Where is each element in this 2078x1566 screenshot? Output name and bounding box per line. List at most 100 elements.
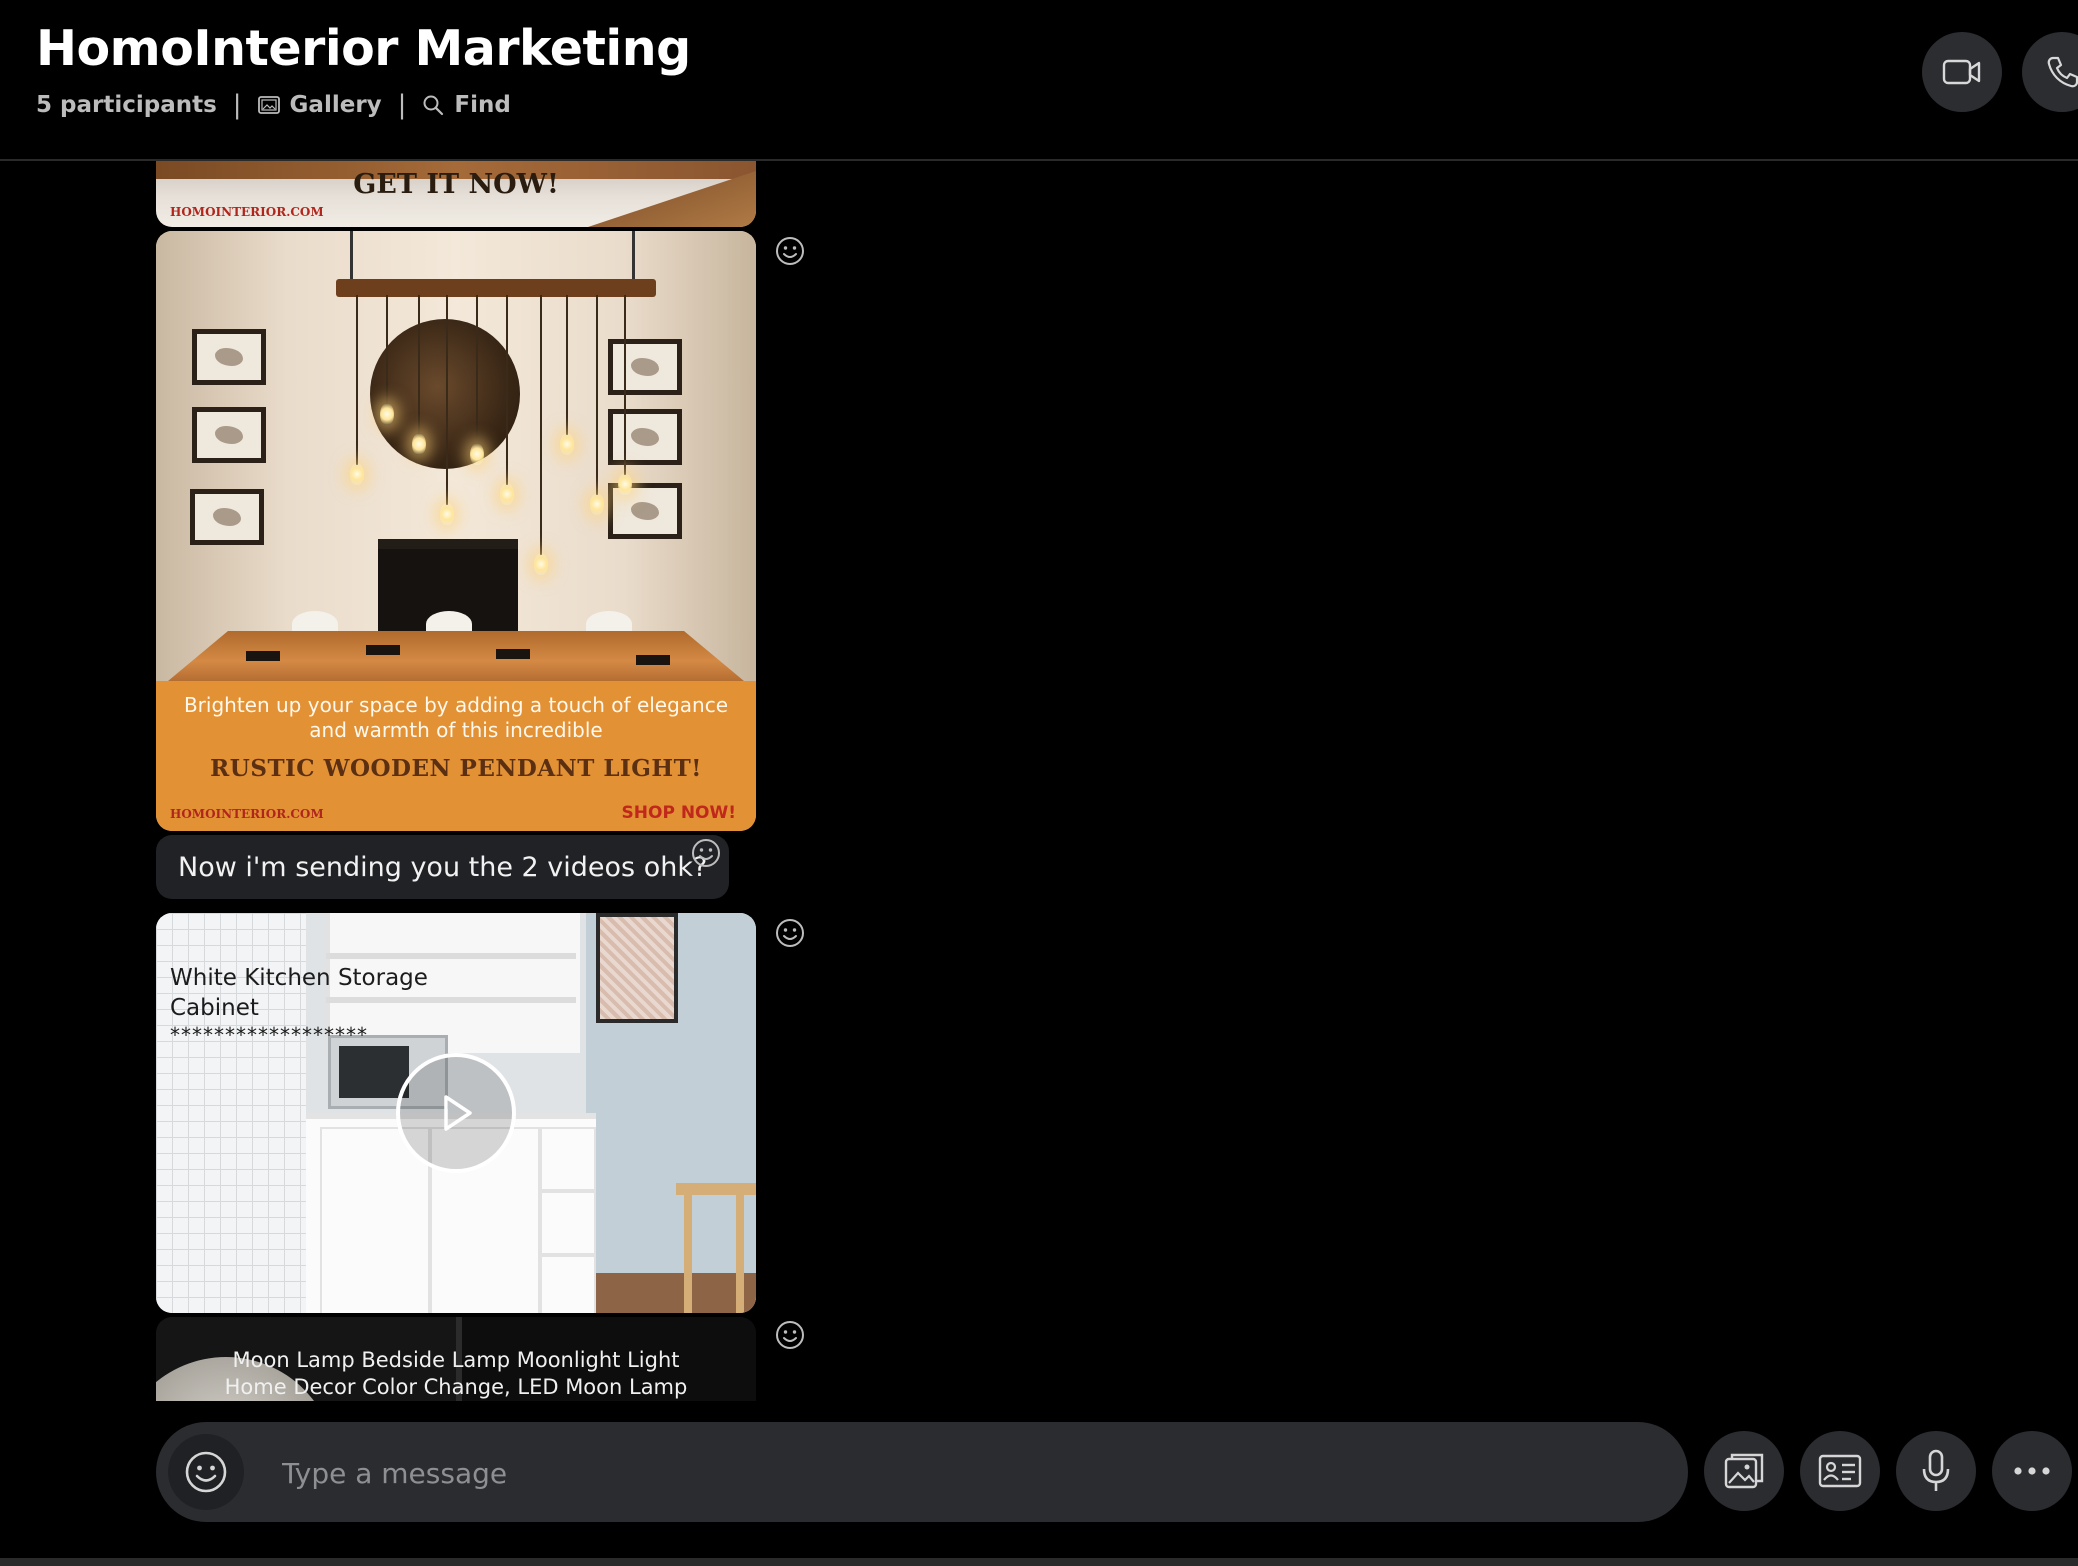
cabinet-drawer — [540, 1191, 596, 1255]
ad-site-text: HOMOINTERIOR.COM — [170, 205, 324, 219]
video-caption-line2: Cabinet — [170, 995, 259, 1021]
image-message-get-it-now[interactable]: GET IT NOW! HOMOINTERIOR.COM — [156, 161, 756, 227]
lamp-wire — [624, 295, 626, 475]
add-reaction-button[interactable] — [774, 235, 806, 267]
video-caption: White Kitchen Storage Cabinet — [170, 963, 428, 1023]
table-mat — [496, 649, 530, 659]
lamp-wire — [506, 295, 508, 485]
cabinet-shelf — [326, 953, 576, 959]
cabinet-drawer — [540, 1255, 596, 1313]
ad-cta-text: GET IT NOW! — [353, 169, 559, 200]
find-label: Find — [454, 92, 511, 118]
video-caption-line1: White Kitchen Storage — [170, 965, 428, 991]
lamp-wire — [476, 295, 478, 445]
table-mat — [366, 645, 400, 655]
phone-icon — [2044, 54, 2078, 90]
gallery-label: Gallery — [289, 92, 382, 118]
smiley-icon — [776, 919, 804, 947]
audio-call-button[interactable] — [2022, 32, 2078, 112]
ad-text-panel: Brighten up your space by adding a touch… — [156, 681, 756, 831]
video-caption-line2: Home Decor Color Change, LED Moon Lamp — [224, 1375, 688, 1399]
play-icon — [444, 1095, 472, 1131]
lamp-wire — [596, 295, 598, 495]
text-message[interactable]: Now i'm sending you the 2 videos ohk? — [156, 835, 730, 899]
wall-picture — [596, 913, 678, 1023]
lamp-wire — [356, 295, 358, 465]
voice-message-button[interactable] — [1896, 1431, 1976, 1511]
gallery-upload-icon — [1724, 1453, 1764, 1489]
video-call-button[interactable] — [1922, 32, 2002, 112]
lamp-disc — [370, 319, 520, 469]
add-reaction-button[interactable] — [774, 1319, 806, 1351]
microphone-icon — [1922, 1449, 1950, 1491]
video-message-kitchen-cabinet[interactable]: White Kitchen Storage Cabinet **********… — [156, 913, 756, 1313]
send-contact-button[interactable] — [1800, 1431, 1880, 1511]
chat-subbar: 5 participants | Gallery | Find — [36, 90, 511, 120]
ad-tagline-line2: and warmth of this incredible — [309, 718, 603, 742]
message-composer — [156, 1422, 1688, 1522]
light-bulb — [618, 473, 632, 495]
send-media-button[interactable] — [1704, 1431, 1784, 1511]
video-message-moon-lamp[interactable]: Moon Lamp Bedside Lamp Moonlight Light H… — [156, 1317, 756, 1401]
light-bulb — [500, 483, 514, 505]
wall-frame — [608, 409, 682, 465]
light-bulb — [534, 553, 548, 575]
separator: | — [397, 90, 407, 120]
window-bottom-edge — [0, 1558, 2078, 1566]
lamp-wire — [566, 295, 568, 435]
light-bulb — [350, 463, 364, 485]
image-message-pendant-light[interactable]: Brighten up your space by adding a touch… — [156, 231, 756, 831]
find-link[interactable]: Find — [422, 92, 511, 118]
video-caption: Moon Lamp Bedside Lamp Moonlight Light H… — [156, 1347, 756, 1401]
lamp-wire — [386, 295, 388, 405]
light-bulb — [380, 403, 394, 425]
ad-site-text: HOMOINTERIOR.COM — [170, 807, 324, 821]
ad-product-name: RUSTIC WOODEN PENDANT LIGHT! — [210, 755, 702, 782]
ad-tagline: Brighten up your space by adding a touch… — [156, 693, 756, 743]
message-input[interactable] — [280, 1442, 1664, 1504]
video-call-icon — [1942, 58, 1982, 86]
add-reaction-button[interactable] — [690, 837, 722, 869]
gallery-icon — [257, 96, 280, 114]
light-bulb — [590, 493, 604, 515]
cabinet-drawer — [540, 1127, 596, 1191]
emoji-icon — [185, 1451, 227, 1493]
play-button[interactable] — [396, 1053, 516, 1173]
participants-link[interactable]: 5 participants — [36, 92, 217, 118]
lamp-wire — [418, 295, 420, 435]
wall-frame — [192, 329, 266, 385]
light-bulb — [440, 503, 454, 525]
video-caption-line1: Moon Lamp Bedside Lamp Moonlight Light — [232, 1348, 680, 1372]
lamp-wire — [446, 295, 448, 505]
ad-tagline-line1: Brighten up your space by adding a touch… — [183, 693, 729, 717]
search-icon — [422, 94, 444, 116]
video-caption-stars: ****************** — [170, 1023, 368, 1047]
light-bulb — [470, 443, 484, 465]
more-options-button[interactable] — [1992, 1431, 2072, 1511]
add-reaction-button[interactable] — [774, 917, 806, 949]
lamp-chain — [350, 231, 353, 281]
chat-header: HomoInterior Marketing 5 participants | … — [0, 0, 2078, 161]
table-mat — [636, 655, 670, 665]
chat-title[interactable]: HomoInterior Marketing — [36, 20, 691, 77]
wooden-stool — [676, 1183, 756, 1313]
smiley-icon — [776, 237, 804, 265]
wall-frame — [190, 489, 264, 545]
gallery-link[interactable]: Gallery — [257, 92, 382, 118]
wall-frame — [192, 407, 266, 463]
separator: | — [232, 90, 242, 120]
lamp-wooden-bar — [336, 279, 656, 297]
light-bulb — [560, 433, 574, 455]
emoji-button[interactable] — [168, 1434, 244, 1510]
table-mat — [246, 651, 280, 661]
message-list[interactable]: GET IT NOW! HOMOINTERIOR.COM Brighten up… — [0, 161, 2078, 1401]
ad-shop-now: SHOP NOW! — [621, 803, 736, 823]
lamp-chain — [632, 231, 635, 281]
wall-frame — [608, 339, 682, 395]
light-bulb — [412, 433, 426, 455]
lamp-wire — [540, 295, 542, 555]
contact-card-icon — [1818, 1454, 1862, 1488]
smiley-icon — [776, 1321, 804, 1349]
smiley-icon — [692, 839, 720, 867]
more-icon — [2014, 1467, 2050, 1475]
